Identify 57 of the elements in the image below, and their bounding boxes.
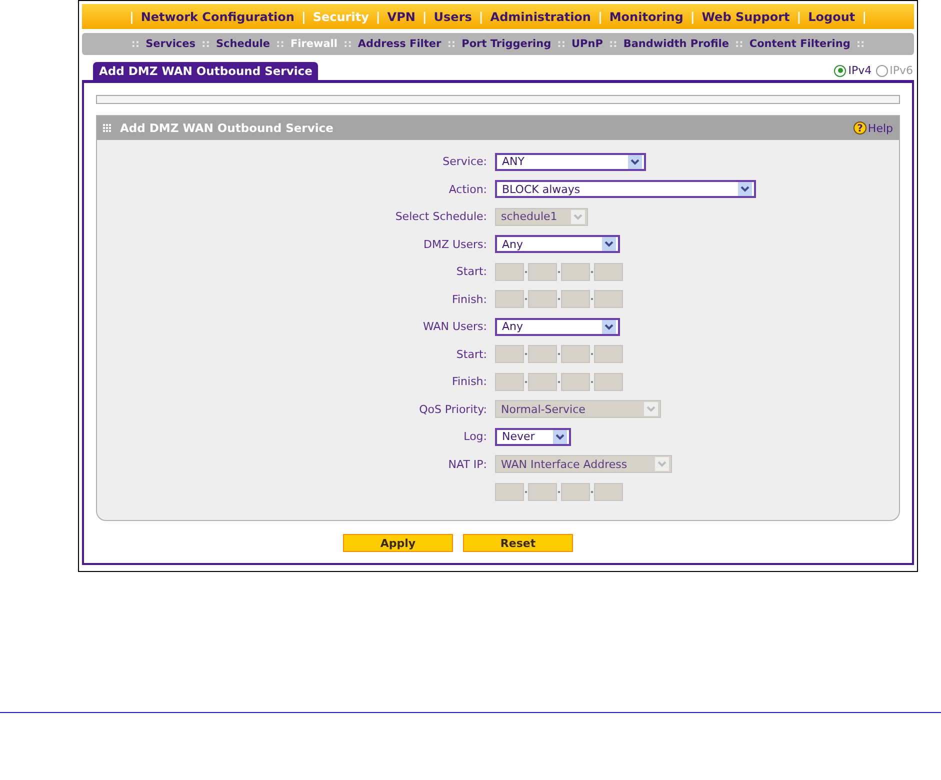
field-label: Service: xyxy=(442,155,487,168)
menu-separator: | xyxy=(129,10,134,24)
menu-link[interactable]: VPN xyxy=(387,10,416,24)
field-label: Select Schedule: xyxy=(395,210,487,224)
menu-separator: :: xyxy=(734,38,744,50)
help-icon: ? xyxy=(852,121,867,135)
menu-separator: :: xyxy=(344,38,352,50)
field-label: Finish: xyxy=(452,292,487,306)
submenu-link[interactable]: Schedule xyxy=(216,38,270,50)
menu-separator: :: xyxy=(131,38,140,50)
submenu-link[interactable]: UPnP xyxy=(572,38,603,50)
submenu-link[interactable]: Port Triggering xyxy=(462,38,552,50)
field-label: Finish: xyxy=(452,375,487,388)
apply-button[interactable]: Apply xyxy=(343,534,453,552)
menu-separator: :: xyxy=(557,38,566,50)
menu-link[interactable]: Web Support xyxy=(702,10,790,24)
menu-separator: | xyxy=(862,10,867,24)
field-label: WAN Users: xyxy=(422,320,487,334)
ip-version-radio[interactable]: IPv4 xyxy=(834,64,872,77)
menu-separator: :: xyxy=(856,38,865,50)
field-label: Start: xyxy=(456,265,487,278)
dropdown-field[interactable]: Never xyxy=(495,428,571,446)
grip-icon xyxy=(103,124,112,132)
field-label: Start: xyxy=(456,348,487,361)
menu-link[interactable]: Administration xyxy=(490,10,591,24)
submenu-link[interactable]: Services xyxy=(146,38,196,50)
menu-link[interactable]: Monitoring xyxy=(609,10,684,24)
menu-separator: | xyxy=(478,10,484,24)
menu-separator: | xyxy=(422,10,427,24)
section-title: Add DMZ WAN Outbound Service xyxy=(120,121,334,135)
menu-separator: | xyxy=(690,10,695,24)
field-label: NAT IP: xyxy=(448,458,487,471)
page-tab[interactable]: Add DMZ WAN Outbound Service xyxy=(93,62,318,80)
field-label: QoS Priority: xyxy=(419,402,487,416)
menu-separator: :: xyxy=(608,38,618,50)
menu-separator: :: xyxy=(276,38,284,50)
submenu-link[interactable]: Content Filtering xyxy=(749,38,850,50)
menu-separator: :: xyxy=(202,38,210,50)
menu-link[interactable]: Users xyxy=(434,10,472,24)
dropdown-field[interactable]: Any xyxy=(495,318,620,336)
menu-separator: | xyxy=(301,10,306,24)
menu-separator: | xyxy=(796,10,802,24)
reset-button[interactable]: Reset xyxy=(463,534,573,552)
menu-separator: :: xyxy=(447,38,456,50)
field-label: Action: xyxy=(448,182,487,196)
menu-link[interactable]: Logout xyxy=(808,10,856,24)
menu-separator: | xyxy=(376,10,380,24)
submenu-link[interactable]: Address Filter xyxy=(358,38,442,50)
field-label: Log: xyxy=(464,430,487,444)
help-link[interactable]: ? Help xyxy=(852,121,893,135)
field-label: DMZ Users: xyxy=(423,238,487,251)
menu-link[interactable]: Network Configuration xyxy=(140,10,294,24)
submenu-link[interactable]: Bandwidth Profile xyxy=(623,38,729,50)
menu-separator: | xyxy=(598,10,602,24)
dropdown-field[interactable]: BLOCK always xyxy=(495,180,756,198)
dropdown-field[interactable]: ANY xyxy=(495,152,646,171)
dropdown-field[interactable]: Any xyxy=(495,235,620,254)
